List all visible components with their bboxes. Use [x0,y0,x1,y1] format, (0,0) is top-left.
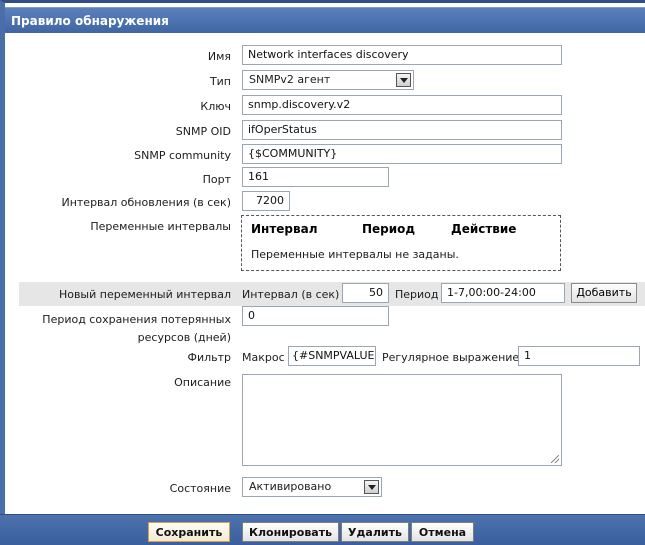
name-input[interactable]: Network interfaces discovery [242,45,562,65]
description-textarea[interactable] [242,374,562,466]
description-label: Описание [174,376,231,389]
new-flex-label: Новый переменный интервал [58,288,231,301]
column-period: Период [362,222,416,236]
save-button[interactable]: Сохранить [148,522,230,542]
flex-intervals-table: Интервал Период Действие Переменные инте… [241,215,561,271]
lifetime-label-line2: ресурсов (дней) [137,331,231,344]
key-input[interactable]: snmp.discovery.v2 [242,95,562,115]
column-action: Действие [451,222,517,236]
status-select-value: Активировано [249,480,332,493]
flex-intervals-label: Переменные интервалы [90,220,231,233]
snmp-community-input[interactable]: {$COMMUNITY} [242,144,562,164]
clone-button[interactable]: Клонировать [242,522,339,542]
new-flex-period-label: Период [395,288,439,301]
filter-regex-input[interactable]: 1 [518,346,640,366]
status-select[interactable]: Активировано [242,477,382,497]
snmp-community-label: SNMP community [134,149,231,162]
chevron-down-icon[interactable] [364,480,379,494]
form-footer: Сохранить Клонировать Удалить Отмена [0,514,645,545]
interval-input[interactable]: 7200 [242,191,290,211]
snmp-oid-input[interactable]: ifOperStatus [242,120,562,140]
cancel-button[interactable]: Отмена [411,522,474,542]
key-label: Ключ [200,100,231,113]
delete-button[interactable]: Удалить [341,522,409,542]
flex-intervals-empty-text: Переменные интервалы не заданы. [251,248,459,261]
column-interval: Интервал [251,222,318,236]
page-title: Правило обнаружения [5,7,645,33]
filter-regex-label: Регулярное выражение [382,351,520,364]
filter-macro-label: Макрос [242,351,285,364]
status-label: Состояние [169,482,231,495]
new-flex-interval-input[interactable]: 50 [342,283,389,303]
lifetime-label-line1: Период сохранения потерянных [42,313,231,326]
type-select[interactable]: SNMPv2 агент [242,70,414,90]
filter-label: Фильтр [187,351,231,364]
type-select-value: SNMPv2 агент [249,73,331,86]
port-label: Порт [202,173,231,186]
resize-grip-icon[interactable] [551,455,559,463]
name-label: Имя [207,50,231,63]
chevron-down-icon[interactable] [396,73,411,87]
interval-label: Интервал обновления (в сек) [61,196,231,209]
port-input[interactable]: 161 [242,167,389,187]
lifetime-input[interactable]: 0 [242,306,389,326]
new-flex-period-input[interactable]: 1-7,00:00-24:00 [441,283,565,303]
type-label: Тип [209,75,231,88]
new-flex-interval-label: Интервал (в сек) [242,288,340,301]
add-flex-interval-button[interactable]: Добавить [571,283,637,303]
snmp-oid-label: SNMP OID [175,125,231,138]
lifetime-label: Период сохранения потерянных ресурсов (д… [42,311,231,347]
filter-macro-input[interactable]: {#SNMPVALUE} [288,346,376,366]
